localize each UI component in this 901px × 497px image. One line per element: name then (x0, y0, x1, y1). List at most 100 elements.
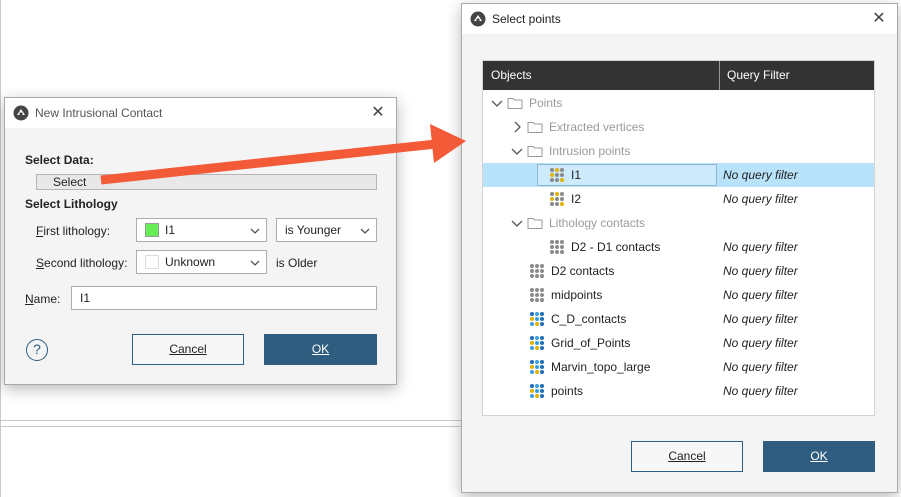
ok-button[interactable]: OK (264, 334, 377, 365)
query-filter-value[interactable]: No query filter (723, 336, 798, 350)
tree-row[interactable]: points No query filter (483, 379, 874, 403)
tree-row[interactable]: Points (483, 91, 874, 115)
column-divider[interactable] (719, 61, 720, 90)
new-intrusional-contact-dialog: New Intrusional Contact ✕ Select Data: S… (4, 97, 397, 385)
query-filter-value[interactable]: No query filter (723, 312, 798, 326)
tree-row-label: Grid_of_Points (551, 336, 631, 350)
app-logo-icon (13, 105, 29, 121)
points-icon (550, 192, 564, 206)
select-data-button[interactable]: Select (36, 174, 377, 190)
query-filter-value[interactable]: No query filter (723, 384, 798, 398)
select-button-label: Select (53, 175, 87, 189)
ok-button[interactable]: OK (763, 441, 875, 472)
first-lithology-value: I1 (165, 223, 176, 237)
background-divider (0, 0, 1, 497)
name-label-rest: ame: (33, 292, 61, 306)
first-relation-value: is Younger (285, 223, 342, 237)
first-relation-select[interactable]: is Younger (276, 218, 377, 242)
query-filter-column-header[interactable]: Query Filter (727, 68, 790, 82)
ok-button-label: OK (810, 449, 828, 463)
name-label: Name: (25, 292, 61, 306)
points-icon (550, 168, 564, 182)
points-icon (530, 336, 544, 350)
tree-row[interactable]: midpoints No query filter (483, 283, 874, 307)
second-lithology-value: Unknown (165, 255, 216, 269)
name-input[interactable]: I1 (71, 286, 377, 310)
dialog-title: Select points (492, 12, 561, 26)
tree-row-label: D2 - D1 contacts (571, 240, 661, 254)
help-button[interactable]: ? (26, 339, 48, 361)
cancel-button[interactable]: Cancel (631, 441, 743, 472)
folder-icon (527, 122, 543, 133)
objects-column-header[interactable]: Objects (491, 68, 532, 82)
tree-row[interactable]: Grid_of_Points No query filter (483, 331, 874, 355)
second-lithology-label-rest: econd lithology: (44, 256, 128, 270)
tree-row[interactable]: Extracted vertices (483, 115, 874, 139)
chevron-right-icon[interactable] (511, 121, 523, 133)
first-lithology-label: First lithology: (36, 224, 111, 238)
tree-row[interactable]: D2 contacts No query filter (483, 259, 874, 283)
query-filter-value[interactable]: No query filter (723, 360, 798, 374)
tree-row-label: Extracted vertices (549, 120, 645, 134)
query-filter-value[interactable]: No query filter (723, 168, 798, 182)
points-icon (530, 360, 544, 374)
tree-row[interactable]: C_D_contacts No query filter (483, 307, 874, 331)
query-filter-value[interactable]: No query filter (723, 264, 798, 278)
query-filter-value[interactable]: No query filter (723, 192, 798, 206)
tree-row-label: Intrusion points (549, 144, 631, 158)
chevron-down-icon[interactable] (511, 145, 523, 157)
points-icon (550, 240, 564, 254)
close-icon[interactable]: ✕ (368, 103, 388, 123)
select-lithology-label: Select Lithology (25, 197, 118, 211)
tree-row-label: I2 (571, 192, 582, 206)
second-relation-text: is Older (276, 256, 318, 270)
cancel-button-label: Cancel (668, 449, 706, 463)
select-data-label: Select Data: (25, 153, 94, 167)
tree-row-label: D2 contacts (551, 264, 615, 278)
chevron-down-icon (250, 228, 260, 234)
points-icon (530, 288, 544, 302)
tree-row-label: Lithology contacts (549, 216, 646, 230)
tree-row-label: points (551, 384, 584, 398)
tree-row[interactable]: I2 No query filter (483, 187, 874, 211)
tree-row[interactable]: D2 - D1 contacts No query filter (483, 235, 874, 259)
objects-tree: Objects Query Filter Points Extracted ver… (482, 60, 875, 416)
tree-header: Objects Query Filter (483, 61, 874, 90)
query-filter-value[interactable]: No query filter (723, 240, 798, 254)
background-divider (0, 426, 462, 427)
chevron-down-icon (250, 260, 260, 266)
chevron-down-icon[interactable] (491, 97, 503, 109)
points-icon (530, 384, 544, 398)
query-filter-value[interactable]: No query filter (723, 288, 798, 302)
first-lithology-label-rest: irst lithology: (43, 224, 111, 238)
first-lithology-select[interactable]: I1 (136, 218, 267, 242)
tree-row[interactable]: Marvin_topo_large No query filter (483, 355, 874, 379)
dialog-titlebar: New Intrusional Contact ✕ (5, 98, 396, 128)
background-divider (0, 420, 462, 421)
chevron-down-icon (360, 228, 370, 234)
app-logo-icon (470, 11, 486, 27)
folder-icon (527, 218, 543, 229)
tree-row[interactable]: I1 No query filter (483, 163, 874, 187)
points-icon (530, 264, 544, 278)
tree-row-label: Points (529, 96, 563, 110)
help-icon: ? (33, 341, 41, 357)
dialog-title: New Intrusional Contact (35, 106, 163, 120)
tree-row-label: C_D_contacts (551, 312, 627, 326)
tree-row-label: Marvin_topo_large (551, 360, 651, 374)
folder-icon (507, 98, 523, 109)
points-icon (530, 312, 544, 326)
chevron-down-icon[interactable] (511, 217, 523, 229)
tree-row-label: I1 (571, 168, 582, 182)
lithology-color-swatch (145, 223, 159, 237)
close-icon[interactable]: ✕ (869, 9, 889, 29)
ok-button-label: OK (311, 342, 330, 356)
second-lithology-label: Second lithology: (36, 256, 128, 270)
tree-row-label: midpoints (551, 288, 603, 302)
tree-row[interactable]: Lithology contacts (483, 211, 874, 235)
second-lithology-select[interactable]: Unknown (136, 250, 267, 274)
cancel-button-label: Cancel (169, 342, 207, 356)
tree-row[interactable]: Intrusion points (483, 139, 874, 163)
folder-icon (527, 146, 543, 157)
cancel-button[interactable]: Cancel (132, 334, 244, 365)
